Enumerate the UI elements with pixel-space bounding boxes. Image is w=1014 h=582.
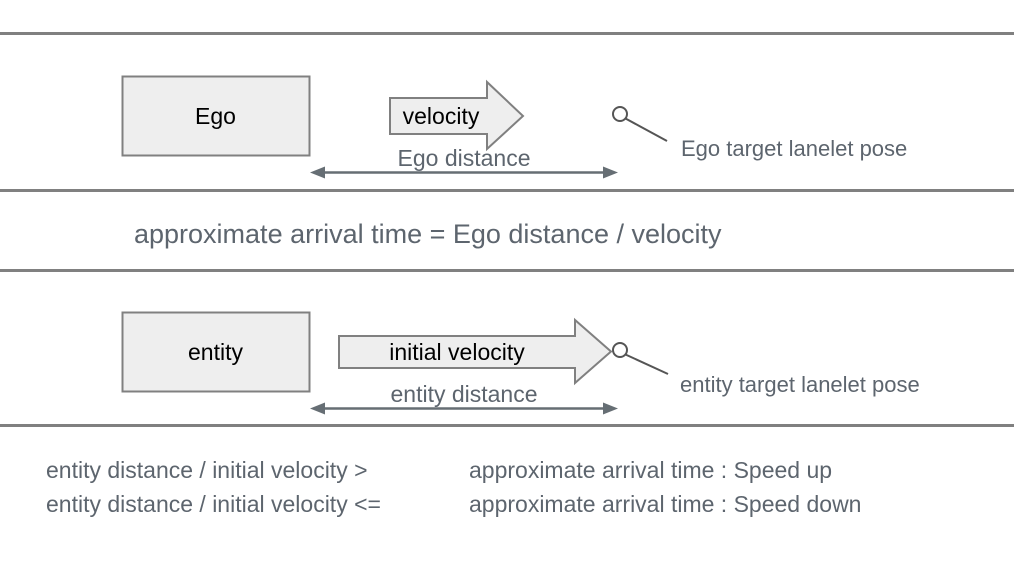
approximate-arrival-time-formula: approximate arrival time = Ego distance … — [134, 219, 722, 249]
ego-pose-leader-line — [625, 117, 668, 142]
condition-expression-0: entity distance / initial velocity > — [46, 457, 368, 483]
condition-expression-1: entity distance / initial velocity <= — [46, 491, 381, 517]
entity-velocity-label: initial velocity — [389, 339, 525, 365]
entity-pose-circle-icon — [612, 342, 628, 358]
entity-target-lanelet-pose-label: entity target lanelet pose — [680, 372, 920, 397]
ego-pose-circle-icon — [612, 106, 628, 122]
ego-distance-label: Ego distance — [397, 145, 531, 171]
entity-box-label: entity — [188, 339, 243, 365]
ego-box-label: Ego — [195, 103, 236, 129]
entity-pose-leader-line — [625, 353, 669, 375]
ego-target-lanelet-pose-label: Ego target lanelet pose — [681, 136, 908, 161]
entity-distance-label: entity distance — [390, 381, 538, 407]
condition-result-0: approximate arrival time : Speed up — [469, 457, 833, 483]
diagram-canvas: Ego velocity Ego distance Ego target lan… — [0, 0, 1014, 582]
condition-result-1: approximate arrival time : Speed down — [469, 491, 862, 517]
ego-velocity-label: velocity — [402, 103, 480, 129]
